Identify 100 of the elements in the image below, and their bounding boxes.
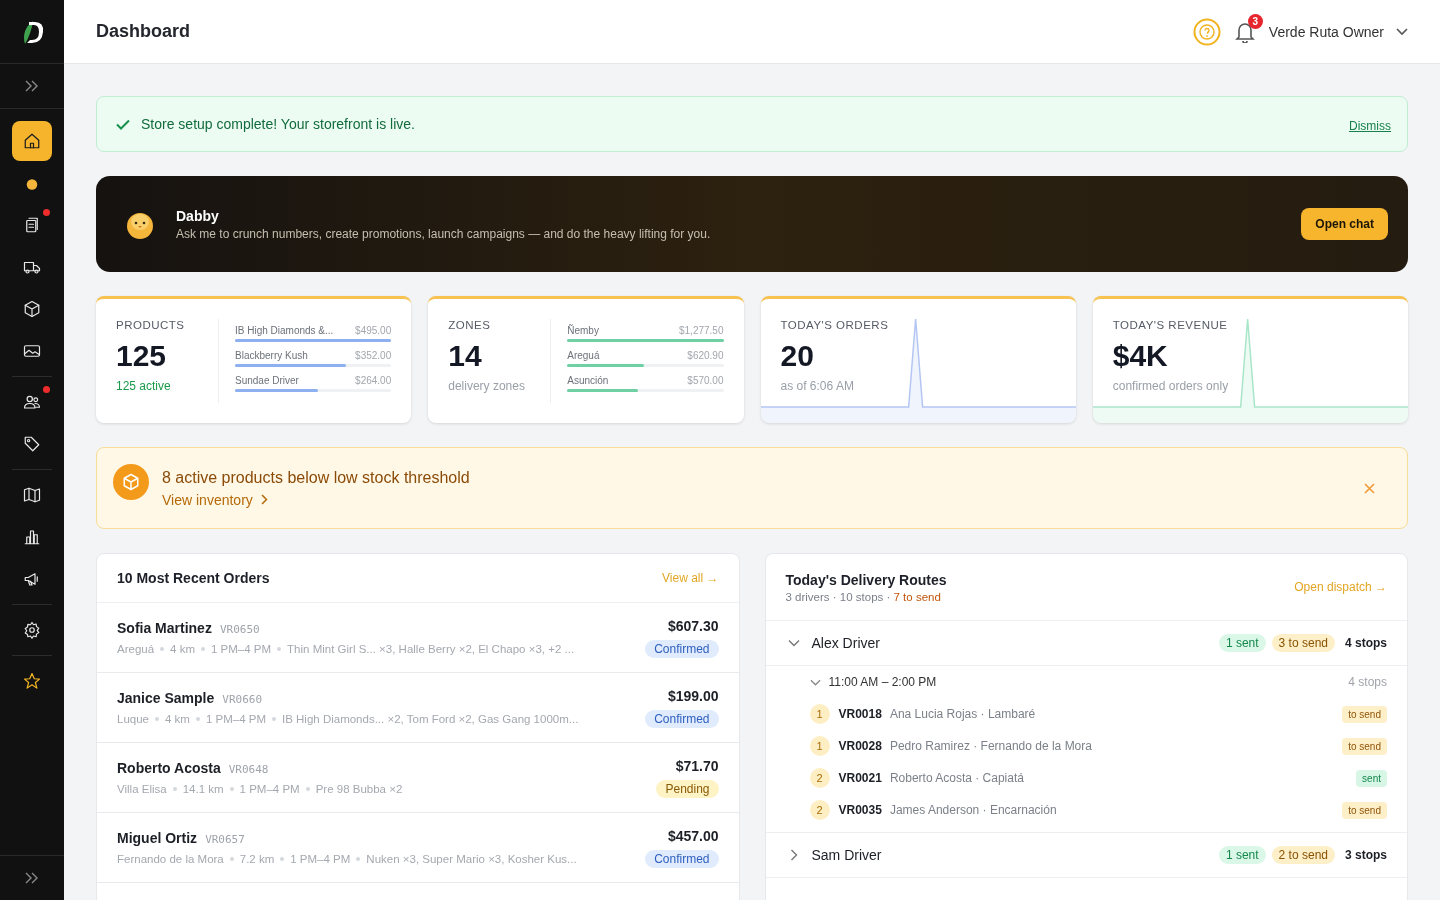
settings-icon [23, 621, 41, 639]
order-id: VR0035 [838, 803, 882, 817]
order-id: VR0660 [222, 693, 263, 706]
megaphone-icon [23, 570, 41, 588]
assistant-name: Dabby [176, 207, 220, 224]
order-detail: IB High Diamonds... ×2, Tom Ford ×2, Gas Gang 1000m... [282, 713, 579, 725]
time-slot: 11:00 AM – 2:00 PM [828, 675, 1341, 689]
order-detail: Thin Mint Girl S... ×3, Halle Berry ×2, El Chapo ×3, +2 ... [287, 643, 575, 655]
order-detail: Nuken ×3, Super Mario ×3, Kosher Kus... [366, 853, 577, 865]
chevron-right-icon [260, 494, 268, 505]
bell-icon[interactable] [1234, 20, 1255, 43]
bar-amount: $264.00 [355, 375, 392, 386]
order-total: $71.70 [675, 757, 719, 774]
order-detail: 1 PM–4 PM [205, 713, 266, 725]
expand-icon[interactable] [25, 80, 39, 92]
nav-item[interactable] [12, 121, 52, 161]
panel-title: Today's Delivery Routes [785, 571, 947, 588]
bar-label: Blackberry Kush [235, 350, 308, 361]
order-detail: Villa Elisa [117, 783, 167, 795]
box-icon [113, 464, 149, 500]
order-row[interactable]: Roberto Acosta VR0648 Villa Elisa 14.1 km 1 PM–4 PM Pre 98 Bubba ×2 $71.70 Pending [97, 743, 739, 813]
order-row[interactable]: Janice Sample VR0660 Luque 4 km 1 PM–4 PM IB High Diamonds... ×2, Tom Ford ×2, Gas Gang 1000m... $199.00 Confirmed [97, 673, 739, 743]
status-badge: Pending [656, 779, 719, 798]
status-badge: Confirmed [645, 709, 719, 728]
bar-amount: $1,277.50 [679, 325, 724, 336]
order-detail: 1 PM–4 PM [239, 783, 300, 795]
bar-chart-icon [23, 528, 41, 546]
customer-name: Miguel Ortiz [117, 830, 198, 846]
star-icon [23, 672, 41, 690]
assistant-description: Ask me to crunch numbers, create promotions, launch campaigns — and do the heavy lifting for you. [176, 226, 712, 241]
stat-label: PRODUCTS [116, 319, 186, 331]
chevron-down-icon[interactable] [1396, 27, 1408, 36]
to-send-count-badge: 3 to send [1271, 634, 1335, 652]
sent-count-badge: 1 sent [1218, 634, 1266, 652]
order-detail: Fernando de la Mora [117, 853, 224, 865]
order-total: $457.00 [667, 827, 719, 844]
expand-icon[interactable] [25, 872, 39, 884]
order-id: VR0657 [205, 833, 245, 846]
order-detail: 14.1 km [182, 783, 224, 795]
box-icon [23, 300, 41, 318]
order-detail: 1 PM–4 PM [211, 643, 272, 655]
driver-row[interactable]: Sam Driver 1 sent 2 to send 3 stops [765, 833, 1407, 878]
stop-details: James Anderson · Encarnación [889, 803, 1058, 817]
order-total: $607.30 [667, 617, 719, 634]
clipboard-icon [23, 216, 41, 234]
to-send-count-badge: 2 to send [1271, 846, 1335, 864]
chevron-down-icon [787, 637, 800, 649]
stop-status-badge: to send [1342, 705, 1387, 723]
order-row[interactable]: Miguel Ortiz VR0657 Fernando de la Mora 7.2 km 1 PM–4 PM Nuken ×3, Super Mario ×3, Kosher Kus... $457.00 Confirmed [97, 813, 739, 883]
bar-label: Ñemby [567, 325, 599, 336]
order-total: $199.00 [667, 687, 719, 704]
tag-icon [23, 435, 41, 453]
bar-amount: $495.00 [355, 325, 392, 336]
dismiss-link[interactable]: Dismiss [1349, 119, 1391, 133]
open-chat-button[interactable]: Open chat [1301, 208, 1388, 240]
driver-row[interactable]: Alex Driver 1 sent 3 to send 4 stops [765, 621, 1407, 666]
view-inventory-link[interactable]: View inventory [162, 491, 268, 508]
stop-details: Pedro Ramirez · Fernando de la Mora [889, 739, 1093, 753]
stops-count: 3 stops [1345, 848, 1387, 862]
stops-count: 4 stops [1345, 636, 1387, 650]
success-message: Store setup complete! Your storefront is live. [141, 116, 416, 132]
order-detail: Luque [117, 713, 149, 725]
order-id: VR0028 [838, 739, 882, 753]
bar-label: IB High Diamonds &... [235, 325, 334, 336]
bar-amount: $620.90 [687, 350, 724, 361]
map-icon [23, 486, 41, 504]
sequence-number: 2 [809, 800, 830, 820]
order-detail: 1 PM–4 PM [290, 853, 351, 865]
panel-title: 10 Most Recent Orders [117, 570, 270, 586]
check-icon [116, 118, 130, 130]
stat-value: $4K [1112, 339, 1169, 373]
driver-name: Alex Driver [811, 635, 881, 651]
bar-label: Asunción [567, 375, 609, 386]
stat-caption: 125 active [116, 379, 172, 393]
order-detail: Pre 98 Bubba ×2 [315, 783, 403, 795]
routes-summary: 3 drivers · 10 stops · 7 to send [785, 590, 942, 603]
stat-label: ZONES [448, 319, 492, 331]
user-menu[interactable]: Verde Ruta Owner [1266, 23, 1384, 40]
sequence-number: 1 [809, 704, 830, 724]
customer-name: Sofia Martinez [117, 620, 212, 636]
time-slot-row[interactable]: 11:00 AM – 2:00 PM 4 stops [809, 672, 1387, 692]
users-icon [23, 393, 41, 411]
order-detail: Areguá [117, 643, 155, 655]
sequence-number: 1 [809, 736, 830, 756]
alert-message: 8 active products below low stock threshold [162, 468, 471, 487]
stat-value: 14 [448, 339, 483, 373]
stops-count: 4 stops [1348, 675, 1387, 689]
status-badge: Confirmed [645, 849, 719, 868]
stat-caption: confirmed orders only [1112, 379, 1232, 393]
stop-status-badge: sent [1356, 769, 1387, 787]
bar-label: Areguá [567, 350, 600, 361]
bar-amount: $570.00 [687, 375, 724, 386]
order-row[interactable]: Sofia Martinez VR0650 Areguá 4 km 1 PM–4 PM Thin Mint Girl S... ×3, Halle Berry ×2, El Chapo ×3, +2 ... $607.30 Confirmed [97, 603, 739, 673]
stat-label: TODAY'S REVENUE [1112, 319, 1229, 331]
notification-badge: 3 [1247, 13, 1263, 29]
stat-caption: delivery zones [448, 379, 526, 393]
order-detail: 4 km [165, 713, 190, 725]
stop-details: Ana Lucia Rojas · Lambaré [889, 707, 1037, 721]
bar-amount: $352.00 [355, 350, 392, 361]
order-id: VR0648 [228, 763, 269, 776]
